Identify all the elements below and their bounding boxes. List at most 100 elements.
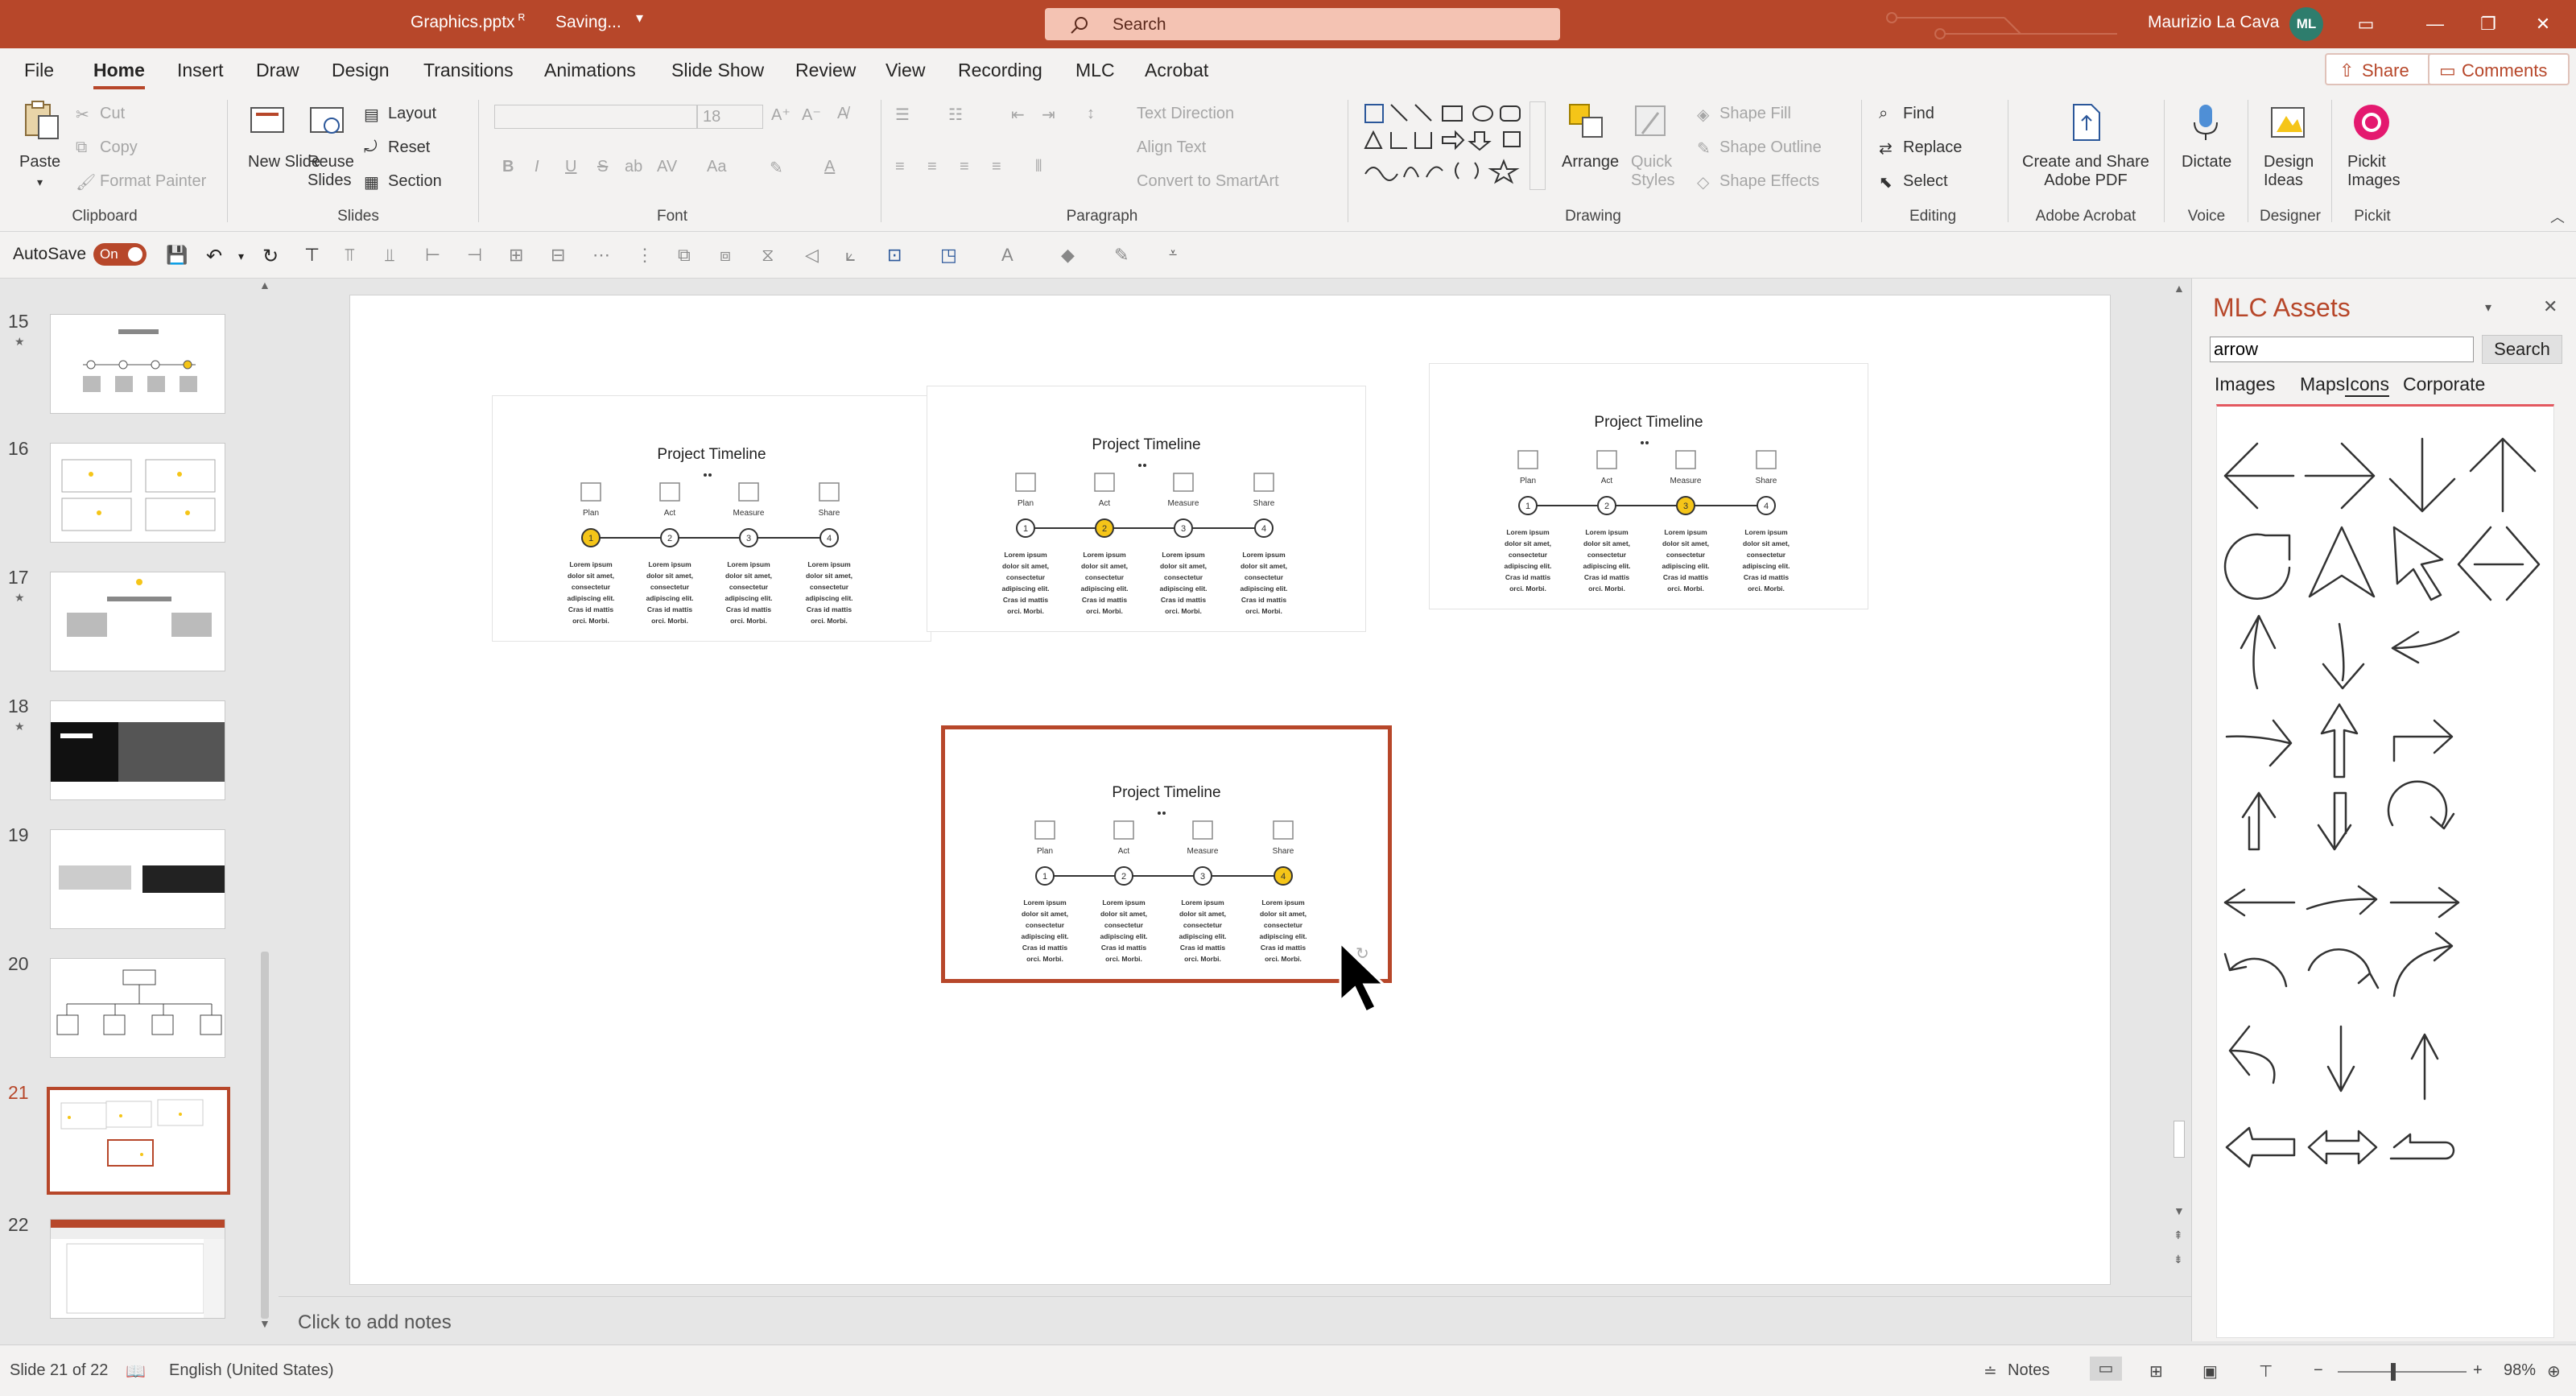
- distribute-h-icon[interactable]: ⋯: [592, 245, 615, 267]
- replace-button[interactable]: Replace: [1903, 138, 1962, 157]
- fill-color-icon[interactable]: ◆: [1061, 245, 1084, 267]
- reading-view-icon[interactable]: ▣: [2202, 1361, 2218, 1382]
- asset-search-input[interactable]: [2210, 337, 2474, 362]
- fit-to-window-icon[interactable]: ⊕: [2547, 1361, 2561, 1382]
- collapse-ribbon-icon[interactable]: ︿: [2550, 206, 2565, 227]
- section-button[interactable]: Section: [388, 172, 442, 191]
- scroll-down-icon[interactable]: ▼: [2174, 1204, 2185, 1217]
- restore-icon[interactable]: ❐: [2468, 8, 2508, 40]
- font-color-icon[interactable]: A: [1001, 245, 1024, 267]
- spelling-icon[interactable]: 📖: [126, 1361, 146, 1382]
- next-slide-icon[interactable]: ⇟: [2174, 1253, 2183, 1266]
- redo-icon[interactable]: ↻: [262, 245, 285, 267]
- justify-icon[interactable]: ≡: [992, 158, 1001, 176]
- create-share-pdf-button[interactable]: Create and Share Adobe PDF: [2017, 98, 2154, 203]
- tab-maps[interactable]: Maps: [2300, 374, 2345, 395]
- format-painter-button[interactable]: Format Painter: [100, 172, 206, 191]
- align-right-icon[interactable]: ≡: [960, 158, 969, 176]
- font-size-select[interactable]: 18: [697, 105, 763, 129]
- strikethrough-icon[interactable]: S: [597, 158, 608, 176]
- columns-icon[interactable]: ⫴: [1035, 158, 1042, 176]
- scroll-thumb[interactable]: [261, 952, 269, 1319]
- scroll-down-icon[interactable]: ▼: [259, 1317, 270, 1330]
- tab-acrobat[interactable]: Acrobat: [1145, 60, 1208, 81]
- chevron-down-icon[interactable]: ▾: [636, 10, 643, 27]
- align-text-button[interactable]: Align Text: [1137, 138, 1206, 157]
- slide-thumbnail-22[interactable]: [50, 1219, 225, 1319]
- timeline-graphic-1[interactable]: Project Timeline Plan 1 Lorem ipsum dolor s…: [492, 395, 931, 642]
- slide-thumbnail-20[interactable]: [50, 958, 225, 1058]
- tab-transitions[interactable]: Transitions: [423, 60, 514, 81]
- tab-review[interactable]: Review: [795, 60, 856, 81]
- timeline-graphic-3[interactable]: Project Timeline Plan 1 Lorem ipsum dolor s…: [1429, 363, 1868, 609]
- underline-icon[interactable]: U: [565, 158, 576, 176]
- flip-icon[interactable]: ⧖: [762, 245, 784, 267]
- slide-sorter-icon[interactable]: ⊞: [2149, 1361, 2163, 1382]
- tab-mlc[interactable]: MLC: [1075, 60, 1115, 81]
- slide-thumbnail-15[interactable]: [50, 314, 225, 414]
- slideshow-icon[interactable]: ⊤: [2259, 1361, 2273, 1382]
- rotate-icon[interactable]: ◁: [805, 245, 828, 267]
- thumbnails-scrollbar[interactable]: ▲ ▼: [256, 279, 274, 1333]
- timeline-graphic-4-selected[interactable]: Project Timeline Plan 1 Lorem ipsum dolor s…: [941, 725, 1392, 983]
- layout-button[interactable]: Layout: [388, 105, 436, 123]
- arrange-button[interactable]: Arrange: [1562, 98, 1619, 203]
- font-color-icon[interactable]: A: [824, 158, 835, 176]
- slide-thumbnail-18[interactable]: [50, 700, 225, 800]
- normal-view-icon[interactable]: ▭: [2090, 1357, 2122, 1381]
- asset-search-button[interactable]: Search: [2482, 335, 2562, 364]
- align-middle-icon[interactable]: ⊞: [509, 245, 531, 267]
- tab-draw[interactable]: Draw: [256, 60, 299, 81]
- slide-thumbnail-19[interactable]: [50, 829, 225, 929]
- search-box[interactable]: Search: [1045, 8, 1560, 40]
- increase-indent-icon[interactable]: ⇥: [1042, 105, 1055, 125]
- chevron-down-icon[interactable]: ▾: [238, 250, 261, 272]
- shape-fill-button[interactable]: Shape Fill: [1719, 105, 1791, 123]
- shapes-gallery[interactable]: [1362, 100, 1539, 188]
- zoom-in-icon[interactable]: +: [2473, 1361, 2483, 1380]
- align-left-icon[interactable]: ≡: [895, 158, 905, 176]
- scroll-up-icon[interactable]: ▲: [259, 279, 270, 291]
- select-button[interactable]: Select: [1903, 172, 1948, 191]
- bold-icon[interactable]: B: [502, 158, 514, 176]
- zoom-slider-thumb[interactable]: [2391, 1363, 2396, 1381]
- align-center-icon[interactable]: ≡: [927, 158, 937, 176]
- numbering-icon[interactable]: ☷: [948, 105, 963, 125]
- font-family-select[interactable]: [494, 105, 697, 129]
- text-direction-button[interactable]: Text Direction: [1137, 105, 1234, 123]
- ungroup-icon[interactable]: ⧈: [720, 245, 742, 267]
- tab-corporate[interactable]: Corporate: [2403, 374, 2485, 395]
- pane-options-icon[interactable]: ▾: [2485, 299, 2491, 316]
- tab-icons[interactable]: Icons: [2345, 374, 2389, 397]
- comments-button[interactable]: ▭ Comments: [2428, 53, 2570, 85]
- save-icon[interactable]: 💾: [166, 245, 188, 267]
- distribute-v-icon[interactable]: ⋮: [636, 245, 658, 267]
- pickit-images-button[interactable]: Pickit Images: [2339, 98, 2404, 203]
- decrease-font-icon[interactable]: A⁻: [802, 105, 821, 125]
- new-slide-button[interactable]: New Slide: [242, 98, 320, 203]
- slide-vertical-scrollbar[interactable]: ▲ ▼ ⇞ ⇟: [2170, 279, 2188, 1295]
- zoom-slider[interactable]: [2338, 1371, 2467, 1373]
- tab-animations[interactable]: Animations: [544, 60, 636, 81]
- text-box-icon[interactable]: ⊡: [887, 245, 910, 267]
- find-button[interactable]: Find: [1903, 105, 1934, 123]
- reset-button[interactable]: Reset: [388, 138, 430, 157]
- increase-font-icon[interactable]: A⁺: [771, 105, 791, 125]
- change-case-icon[interactable]: Aa: [707, 158, 726, 176]
- align-right-icon[interactable]: ⊣: [467, 245, 489, 267]
- avatar[interactable]: ML: [2289, 7, 2323, 41]
- design-ideas-button[interactable]: Design Ideas: [2257, 98, 2322, 203]
- copy-button[interactable]: Copy: [100, 138, 138, 157]
- previous-slide-icon[interactable]: ⇞: [2174, 1229, 2183, 1242]
- reuse-slides-button[interactable]: Reuse Slides: [304, 98, 354, 203]
- zoom-out-icon[interactable]: −: [2314, 1361, 2323, 1380]
- character-spacing-icon[interactable]: AV: [657, 158, 677, 176]
- tab-insert[interactable]: Insert: [177, 60, 224, 81]
- align-center-icon[interactable]: ⊟: [551, 245, 573, 267]
- customize-qat-icon[interactable]: ⩡: [1169, 245, 1191, 267]
- notes-icon[interactable]: ≐: [1984, 1361, 1997, 1382]
- outline-color-icon[interactable]: ✎: [1114, 245, 1137, 267]
- scroll-up-icon[interactable]: ▲: [2174, 282, 2185, 295]
- save-status[interactable]: Saving...: [555, 13, 621, 32]
- shadow-icon[interactable]: ab: [625, 158, 642, 176]
